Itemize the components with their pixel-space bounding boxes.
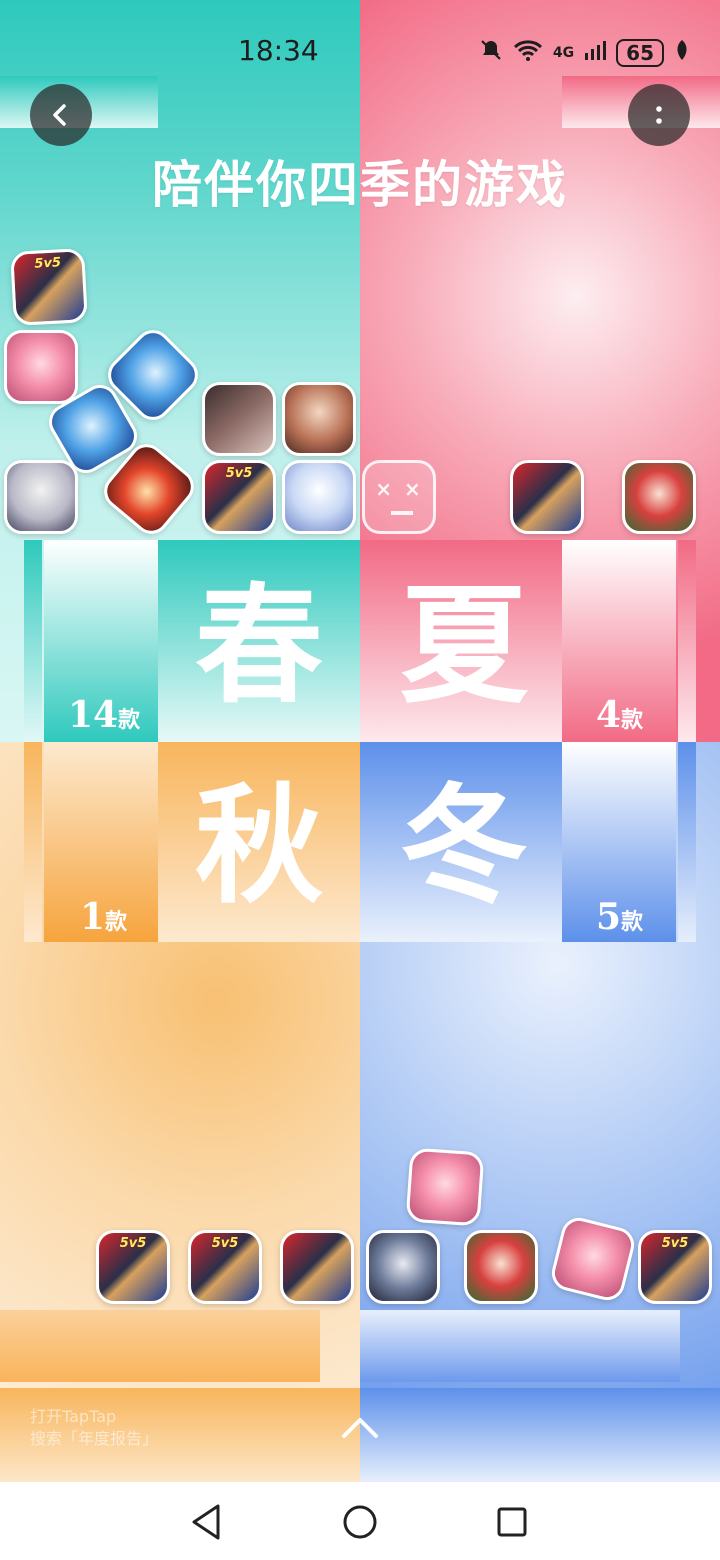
winter-bottom-band [360,1388,720,1482]
network-type: 4G [552,44,575,61]
autumn-count: 1款 [80,896,128,938]
game-icon[interactable]: 5v5 [10,248,88,326]
wifi-icon [513,38,543,67]
game-icon[interactable] [622,460,696,534]
autumn-deco-band [0,1310,320,1382]
nav-home-button[interactable] [342,1504,378,1544]
game-icon[interactable] [4,330,78,404]
leaf-icon [674,39,690,66]
battery-indicator: 65 [616,38,664,67]
scroll-up-button[interactable] [340,1414,380,1444]
footer-hint: 打开TapTap 搜索「年度报告」 [30,1407,159,1448]
game-icon[interactable] [282,382,356,456]
more-button[interactable] [628,84,690,146]
season-summer-label[interactable]: 夏 [400,582,528,710]
page-title: 陪伴你四季的游戏 [152,156,568,214]
game-icon[interactable]: 5v5 [188,1230,262,1304]
game-icon[interactable] [282,460,356,534]
game-icon[interactable] [464,1230,538,1304]
season-autumn-label[interactable]: 秋 [195,782,323,910]
season-winter-label[interactable]: 冬 [400,782,528,910]
chevron-left-icon [53,104,66,126]
game-icon[interactable]: 5v5 [96,1230,170,1304]
winter-deco-band [360,1310,680,1382]
chevron-up-icon [342,1418,378,1438]
autumn-bar-thin [24,742,42,942]
game-icon[interactable]: 5v5 [202,460,276,534]
status-icons: 4G 65 [479,38,690,67]
game-icon[interactable] [405,1147,485,1227]
spring-bar-thin [24,540,42,742]
status-time: 18:34 [238,34,319,67]
summer-count: 4款 [596,694,644,736]
winter-count: 5款 [596,896,644,938]
game-icon[interactable] [366,1230,440,1304]
nav-recent-button[interactable] [496,1506,528,1542]
game-icon[interactable] [510,460,584,534]
triangle-back-icon [192,1504,220,1540]
more-vertical-icon [656,106,662,124]
game-icon[interactable] [202,382,276,456]
game-icon[interactable] [4,460,78,534]
nav-back-button[interactable] [188,1502,224,1546]
status-bar: 18:34 4G 65 [0,0,720,76]
bell-muted-icon [479,38,503,67]
game-icon[interactable]: 5v5 [638,1230,712,1304]
system-nav-bar [0,1482,720,1560]
game-icon[interactable] [280,1230,354,1304]
circle-home-icon [343,1505,377,1539]
winter-bar-thin [678,742,696,942]
signal-icon [584,39,607,66]
empty-game-placeholder-icon: ×× [362,460,436,534]
summer-bar-thin [678,540,696,742]
back-button[interactable] [30,84,92,146]
season-spring-label[interactable]: 春 [195,582,323,710]
spring-count: 14款 [68,694,141,736]
square-recent-icon [497,1507,527,1537]
